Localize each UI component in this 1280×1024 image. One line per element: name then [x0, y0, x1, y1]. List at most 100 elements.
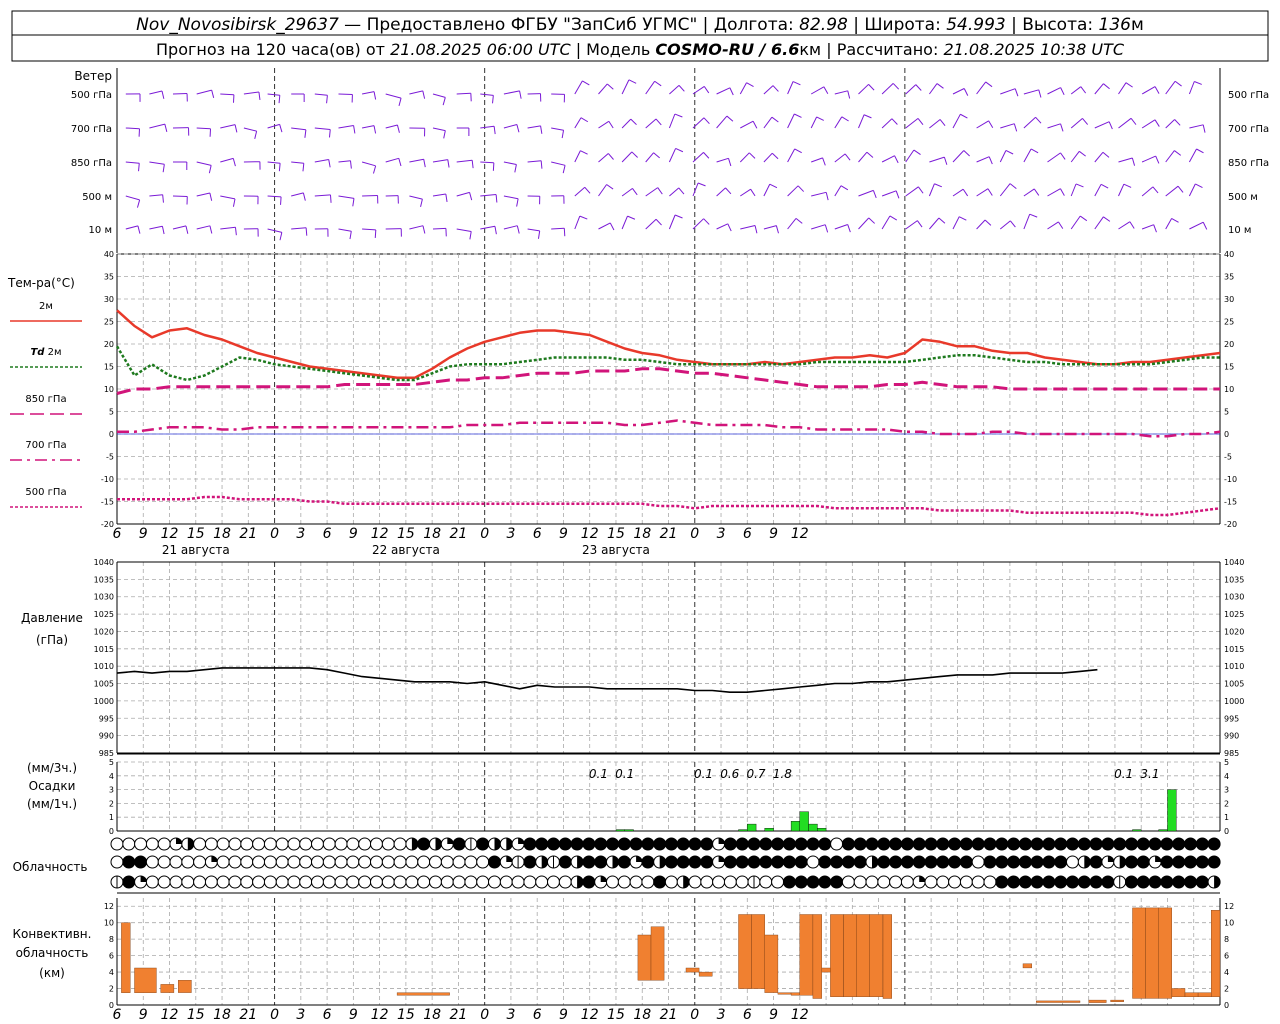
cloud-circle	[1066, 875, 1079, 889]
cloud-symbol	[912, 875, 926, 889]
cloud-symbol	[145, 837, 159, 851]
cloud-circle	[1042, 837, 1056, 851]
cloud-circle	[735, 875, 749, 889]
cloud-symbol	[287, 875, 301, 889]
cloudiness-title: Облачность	[13, 860, 88, 874]
cloud-circle	[676, 855, 690, 869]
cloud-symbol	[877, 855, 891, 869]
cloud-circle	[900, 837, 914, 851]
time-tick-label: 15	[397, 1007, 415, 1023]
cloud-circle	[110, 855, 124, 869]
cloud-circle	[841, 837, 855, 851]
cloud-symbol	[370, 837, 383, 851]
cloud-circle	[523, 855, 537, 869]
cloud-symbol	[157, 837, 171, 851]
time-tick-label: 12	[581, 526, 599, 542]
cloud-circle	[1195, 855, 1209, 869]
convective-title: Конвективн.	[13, 927, 92, 941]
cloud-symbol	[381, 837, 395, 851]
cloud-circle	[889, 875, 903, 889]
wind-level-label: 850 гПа	[71, 158, 112, 169]
cloud-circle	[181, 875, 195, 889]
cloud-symbol	[193, 875, 207, 889]
convective-bar	[134, 967, 157, 993]
cloud-symbol	[1101, 855, 1115, 869]
cloud-symbol	[594, 875, 608, 889]
cloud-circle	[488, 855, 501, 869]
cloud-circle	[1136, 837, 1150, 851]
cloud-circle	[547, 875, 560, 889]
header-part-7: м	[1131, 15, 1144, 35]
cloud-symbol	[959, 875, 973, 889]
cloud-symbol	[818, 837, 832, 851]
cloud-circle	[971, 837, 985, 851]
convective-bar	[1110, 999, 1124, 1002]
cloud-symbol	[134, 855, 148, 869]
precip-bar	[1167, 789, 1177, 832]
cloud-symbol	[983, 875, 997, 889]
cloud-symbol	[346, 837, 360, 851]
cloud-symbol	[830, 855, 844, 869]
cloud-circle	[122, 875, 136, 889]
cloud-symbol	[511, 875, 525, 889]
cloud-symbol	[417, 855, 431, 869]
cloud-symbol	[594, 855, 608, 869]
legend-label-2: 850 гПа	[25, 394, 66, 405]
y-tick-label-right: 4	[1224, 772, 1229, 781]
precip-label: 0.1	[589, 767, 608, 781]
convective-bar	[160, 984, 175, 993]
time-tick-label: 18	[213, 526, 231, 542]
cloud-symbol	[971, 855, 985, 869]
cloud-symbol	[570, 837, 584, 851]
cloud-circle	[664, 855, 678, 869]
cloud-symbol	[440, 875, 454, 889]
cloud-symbol	[311, 855, 324, 869]
cloud-circle	[617, 875, 631, 889]
y-tick-label-left: -10	[101, 475, 114, 484]
cloud-symbol	[853, 837, 867, 851]
cloud-circle	[1160, 875, 1174, 889]
wind-barb-shaft	[432, 227, 446, 230]
cloud-symbol	[358, 837, 372, 851]
y-tick-label-right: 990	[1224, 732, 1239, 741]
y-tick-label-left: 1000	[94, 697, 114, 706]
y-tick-label-right: 0	[1224, 827, 1229, 836]
cloud-circle	[936, 855, 950, 869]
time-tick-label: 15	[187, 1007, 205, 1023]
y-tick-label-right: 3	[1224, 786, 1229, 795]
y-tick-label-left: 12	[104, 902, 114, 911]
cloud-circle	[806, 875, 820, 889]
cloud-circle	[877, 875, 891, 889]
y-tick-label-left: 8	[109, 935, 114, 944]
y-tick-label-right: 1000	[1224, 697, 1244, 706]
header-part-4: 54.993	[946, 15, 1005, 35]
y-tick-label-right: 6	[1224, 952, 1229, 961]
cloud-circle	[782, 875, 796, 889]
cloud-circle	[405, 855, 419, 869]
cloud-circle	[782, 837, 796, 851]
precip-label: 0.7	[746, 767, 765, 781]
cloud-symbol	[535, 855, 549, 869]
cloud-circle	[1018, 875, 1032, 889]
cloud-symbol	[983, 837, 997, 851]
cloud-symbol	[700, 875, 714, 889]
cloud-circle	[806, 837, 820, 851]
cloud-symbol	[511, 837, 525, 851]
cloud-symbol	[252, 837, 266, 851]
y-tick-label-right: 1030	[1224, 593, 1244, 602]
legend-td-level: 2м	[44, 347, 61, 358]
cloud-symbol	[818, 875, 832, 889]
cloud-symbol	[723, 837, 737, 851]
time-tick-label: 21	[449, 1007, 467, 1023]
cloud-symbol	[122, 837, 136, 851]
cloud-symbol	[1148, 875, 1162, 889]
cloud-symbol	[759, 855, 773, 869]
cloud-circle	[1184, 875, 1197, 889]
cloud-circle	[1148, 837, 1162, 851]
convective-bar	[812, 914, 822, 999]
cloud-circle	[193, 837, 207, 851]
cloud-symbol	[900, 875, 914, 889]
cloud-symbol	[936, 837, 950, 851]
cloud-circle	[299, 855, 313, 869]
time-tick-label: 18	[633, 1007, 651, 1023]
